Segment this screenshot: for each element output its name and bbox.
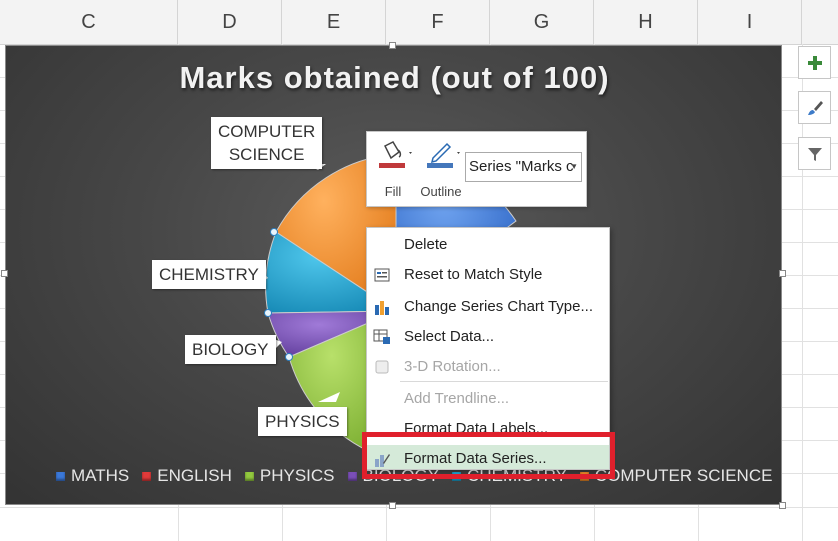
column-header-d[interactable]: D: [178, 0, 282, 44]
column-header-e[interactable]: E: [282, 0, 386, 44]
menu-item-add-trendline[interactable]: Add Trendline...: [367, 385, 609, 413]
menu-item-change-series-chart-type[interactable]: Change Series Chart Type...: [367, 293, 609, 321]
menu-item-3d-rotation[interactable]: 3-D Rotation...: [367, 353, 609, 381]
select-data-icon: [373, 329, 390, 344]
funnel-icon: [807, 147, 822, 161]
resize-handle-right[interactable]: [779, 270, 786, 277]
menu-item-delete[interactable]: Delete: [367, 231, 609, 259]
fill-button[interactable]: Fill: [371, 138, 415, 199]
legend-item-physics[interactable]: PHYSICS: [244, 466, 335, 486]
menu-separator: [400, 381, 608, 382]
legend-item-english[interactable]: ENGLISH: [142, 466, 232, 486]
outline-button[interactable]: Outline: [419, 138, 463, 199]
legend-label: ENGLISH: [157, 466, 232, 485]
chevron-down-icon: ▼: [570, 162, 578, 171]
bar-chart-icon: [375, 301, 389, 315]
legend-label: MATHS: [71, 466, 130, 485]
column-header-bar: C D E F G H I: [0, 0, 838, 45]
fill-label: Fill: [384, 184, 402, 199]
column-header-g[interactable]: G: [490, 0, 594, 44]
chart-filters-button[interactable]: [798, 137, 831, 170]
legend-label: COMPUTER SCIENCE: [594, 466, 773, 485]
label-biology[interactable]: BIOLOGY: [185, 335, 276, 364]
menu-item-label: Change Series Chart Type...: [404, 298, 593, 315]
chart-styles-button[interactable]: [798, 91, 831, 124]
legend-swatch: [244, 471, 254, 481]
grid-line: [0, 507, 838, 508]
menu-item-label: 3-D Rotation...: [404, 358, 501, 375]
label-chemistry[interactable]: CHEMISTRY: [152, 260, 266, 289]
plus-icon: [807, 55, 822, 70]
legend-swatch: [347, 471, 357, 481]
column-header-i[interactable]: I: [698, 0, 802, 44]
menu-item-label: Delete: [404, 236, 448, 253]
resize-handle-bottom[interactable]: [389, 502, 396, 509]
menu-item-label: Reset to Match Style: [404, 266, 543, 283]
column-header-c[interactable]: C: [0, 0, 178, 44]
series-selector-dropdown[interactable]: Series "Marks c ▼: [465, 152, 582, 182]
column-header-f[interactable]: F: [386, 0, 490, 44]
format-mini-toolbar: Fill Outline Series "Marks c ▼: [366, 131, 587, 207]
legend-item-maths[interactable]: MATHS: [56, 466, 129, 486]
label-computer-science[interactable]: COMPUTER SCIENCE: [211, 117, 323, 169]
pencil-outline-icon: [427, 142, 460, 168]
menu-item-label: Add Trendline...: [404, 390, 510, 407]
series-selection-point[interactable]: [285, 353, 293, 361]
legend-swatch: [56, 471, 65, 481]
reset-style-icon: [374, 268, 390, 282]
label-physics[interactable]: PHYSICS: [258, 407, 347, 436]
column-header-h[interactable]: H: [594, 0, 698, 44]
series-selection-point[interactable]: [270, 228, 278, 236]
resize-handle-bottom-right[interactable]: [779, 502, 786, 509]
series-selection-point[interactable]: [264, 309, 272, 317]
legend-label: PHYSICS: [259, 466, 335, 485]
cube-icon: [375, 360, 389, 374]
menu-item-label: Select Data...: [404, 328, 495, 345]
menu-item-reset-to-match-style[interactable]: Reset to Match Style: [367, 261, 609, 289]
resize-handle-left[interactable]: [1, 270, 8, 277]
series-selector-value: Series "Marks c: [469, 158, 574, 175]
highlight-annotation-box: [362, 432, 615, 479]
resize-handle-top[interactable]: [389, 42, 396, 49]
menu-item-select-data[interactable]: Select Data...: [367, 323, 609, 351]
outline-label: Outline: [420, 184, 462, 199]
brush-icon: [807, 100, 823, 115]
chart-elements-button[interactable]: [798, 46, 831, 79]
paint-bucket-icon: [379, 141, 412, 168]
legend-swatch: [142, 471, 152, 481]
